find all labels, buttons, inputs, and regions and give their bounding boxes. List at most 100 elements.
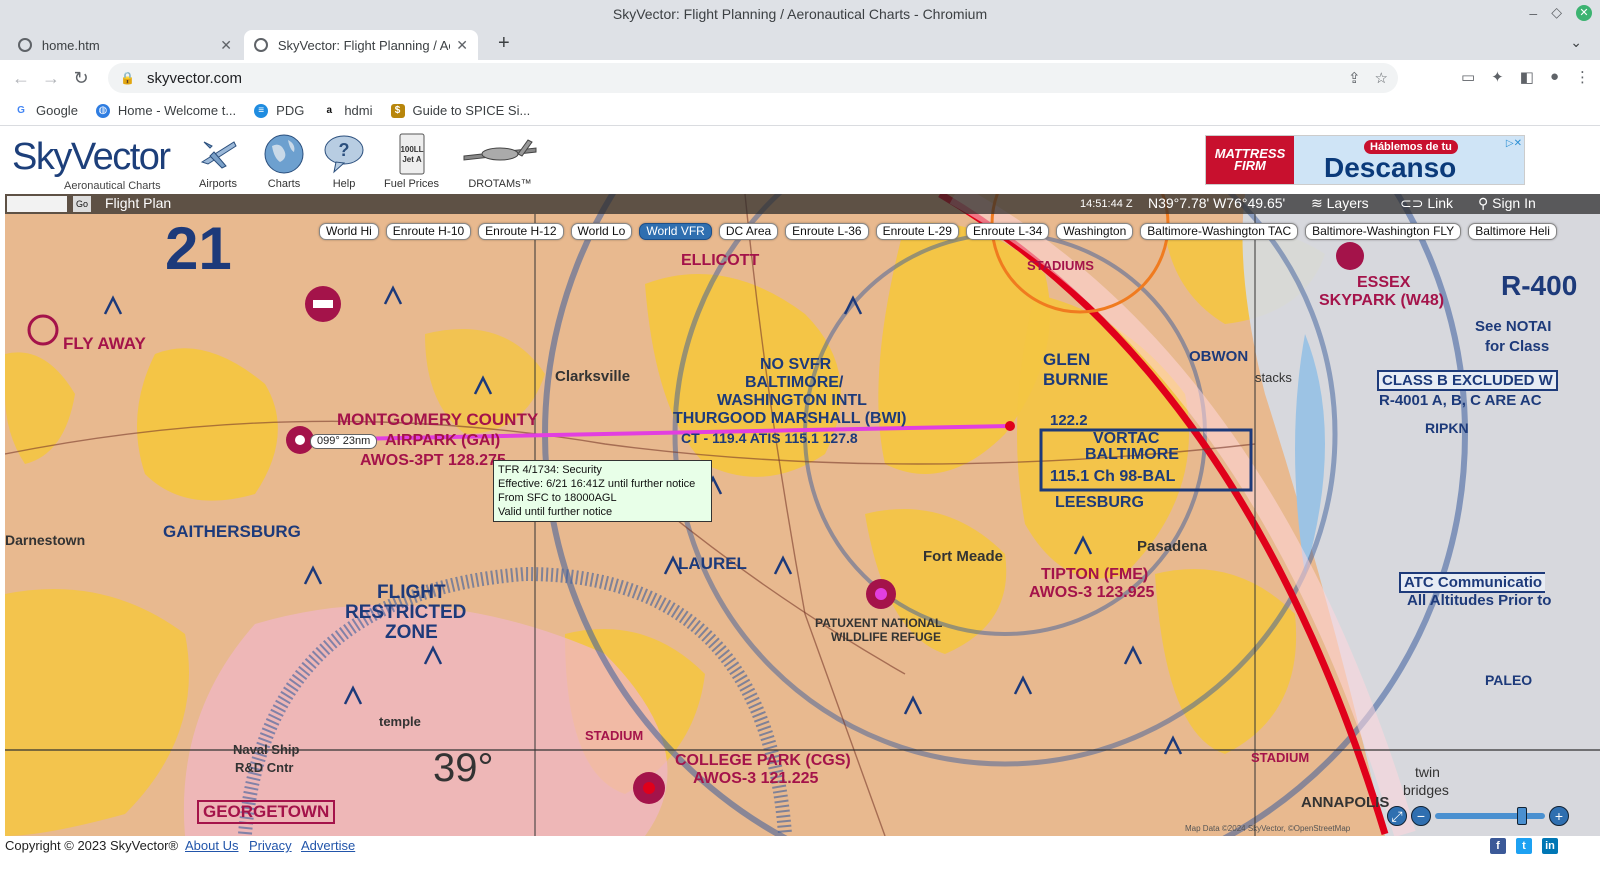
locate-icon[interactable]: ⤢: [1387, 806, 1407, 826]
chart-tab-enroute-h12[interactable]: Enroute H-12: [478, 223, 564, 240]
map-label: temple: [379, 714, 421, 729]
about-us-link[interactable]: About Us: [185, 838, 238, 853]
tab-skyvector[interactable]: SkyVector: Flight Planning / Aer ✕: [244, 30, 478, 60]
fuel-tag-icon: 100LL Jet A: [390, 132, 434, 176]
map-search-input[interactable]: [7, 196, 67, 212]
twitter-icon[interactable]: t: [1516, 838, 1532, 854]
map-label: See NOTAI: [1475, 318, 1552, 335]
window-title: SkyVector: Flight Planning / Aeronautica…: [612, 6, 988, 22]
tab-close-icon[interactable]: ✕: [456, 37, 468, 54]
bookmark-pdg[interactable]: ≡ PDG: [254, 103, 304, 118]
extensions-icon[interactable]: ✦: [1491, 68, 1504, 86]
map-label: stacks: [1255, 370, 1292, 385]
layers-icon: ≋: [1311, 195, 1327, 211]
chart-tab-world-hi[interactable]: World Hi: [319, 223, 379, 240]
advertise-link[interactable]: Advertise: [301, 838, 355, 853]
chart-tab-balt-wash-tac[interactable]: Baltimore-Washington TAC: [1140, 223, 1299, 240]
chart-tab-enroute-l29[interactable]: Enroute L-29: [875, 223, 959, 240]
zoom-control: ⤢ − +: [1387, 806, 1569, 826]
bookmark-home[interactable]: ◍ Home - Welcome t...: [95, 103, 236, 118]
map-label: 39°: [433, 746, 494, 790]
drone-icon: [460, 132, 540, 176]
skyvector-logo[interactable]: SkyVector Aeronautical Charts: [12, 136, 171, 192]
map-label: RIPKN: [1425, 420, 1469, 436]
cast-icon[interactable]: ▭: [1461, 68, 1475, 86]
close-window-icon[interactable]: ✕: [1576, 4, 1592, 21]
bookmark-label: Guide to SPICE Si...: [412, 103, 531, 118]
chart-tab-world-lo[interactable]: World Lo: [570, 223, 633, 240]
sign-in-button[interactable]: ⚲ Sign In: [1478, 195, 1536, 212]
share-icon[interactable]: ⇪: [1348, 69, 1361, 87]
new-tab-icon[interactable]: +: [498, 32, 510, 55]
tab-search-chevron-icon[interactable]: ⌄: [1570, 34, 1582, 51]
chart-tab-dc-area[interactable]: DC Area: [718, 223, 779, 240]
chart-tab-washington[interactable]: Washington: [1056, 223, 1134, 240]
map-label: AWOS-3 123.925: [1029, 584, 1155, 601]
mattress-firm-ad[interactable]: MATTRESS FIRM Háblemos de tu Descanso ▷✕: [1205, 135, 1525, 185]
zoom-in-icon[interactable]: +: [1549, 806, 1569, 826]
bookmark-star-icon[interactable]: ☆: [1375, 69, 1388, 87]
nav-help[interactable]: ? Help: [322, 132, 366, 190]
minimize-icon[interactable]: –: [1529, 5, 1537, 21]
profile-icon[interactable]: ●: [1550, 68, 1559, 86]
nav-charts[interactable]: Charts: [262, 132, 306, 190]
zulu-time: 14:51:44 Z: [1080, 198, 1133, 210]
globe-icon: ◍: [95, 103, 110, 118]
bookmark-hdmi[interactable]: a hdmi: [322, 103, 373, 118]
layers-button[interactable]: ≋ Layers: [1311, 195, 1369, 212]
zoom-slider-handle[interactable]: [1517, 807, 1527, 825]
map-label: GAITHERSBURG: [163, 522, 301, 541]
amazon-icon: a: [326, 105, 333, 116]
map-label: BALTIMORE: [1085, 446, 1179, 463]
map-label: PATUXENT NATIONAL: [815, 616, 943, 630]
menu-kebab-icon[interactable]: ⋮: [1575, 68, 1590, 86]
bookmark-spice[interactable]: $ Guide to SPICE Si...: [390, 103, 531, 118]
maximize-icon[interactable]: ◇: [1551, 4, 1562, 21]
bookmark-google[interactable]: G Google: [14, 103, 78, 118]
side-panel-icon[interactable]: ◧: [1520, 68, 1534, 86]
tooltip-line: Effective: 6/21 16:41Z until further not…: [498, 478, 696, 490]
go-button[interactable]: Go: [73, 196, 91, 212]
ad-close-icon[interactable]: ▷✕: [1506, 138, 1522, 149]
reload-icon[interactable]: ↻: [66, 68, 96, 89]
nav-drotams[interactable]: DROTAMs™: [460, 132, 540, 190]
chart-tab-balt-wash-fly[interactable]: Baltimore-Washington FLY: [1305, 223, 1462, 240]
chart-tab-enroute-l34[interactable]: Enroute L-34: [965, 223, 1050, 240]
map-label: AWOS-3 121.225: [693, 770, 819, 787]
map-label: Darnestown: [5, 532, 86, 548]
chart-tab-enroute-h10[interactable]: Enroute H-10: [385, 223, 472, 240]
route-distance-label[interactable]: 099° 23nm: [310, 434, 378, 449]
tab-close-icon[interactable]: ✕: [220, 37, 232, 54]
tfr-tooltip: TFR 4/1734: Security Effective: 6/21 16:…: [493, 460, 712, 522]
privacy-link[interactable]: Privacy: [249, 838, 292, 853]
chart-tab-enroute-l36[interactable]: Enroute L-36: [785, 223, 869, 240]
nav-label: Help: [332, 178, 356, 190]
zoom-out-icon[interactable]: −: [1411, 806, 1431, 826]
back-icon[interactable]: ←: [6, 68, 36, 89]
flight-plan-button[interactable]: Flight Plan: [105, 195, 171, 211]
chart-tab-baltimore-heli[interactable]: Baltimore Heli: [1468, 223, 1557, 240]
forward-icon[interactable]: →: [36, 68, 66, 89]
nav-airports[interactable]: Airports: [196, 132, 240, 190]
nav-fuel-prices[interactable]: 100LL Jet A Fuel Prices: [384, 132, 439, 190]
chart-tab-world-vfr[interactable]: World VFR: [639, 223, 712, 240]
linkedin-icon[interactable]: in: [1542, 838, 1558, 854]
zoom-slider[interactable]: [1435, 807, 1545, 825]
sectional-map[interactable]: 21 MONTGOMERY COUNTY AIRPARK (GAI) AWOS-…: [5, 194, 1600, 836]
link-icon: ⊂⊃: [1400, 195, 1428, 211]
logo-subtitle: Aeronautical Charts: [64, 180, 161, 192]
tab-home[interactable]: home.htm ✕: [8, 30, 242, 60]
link-button[interactable]: ⊂⊃ Link: [1400, 195, 1453, 212]
map-label: R-400: [1501, 270, 1578, 301]
address-bar[interactable]: 🔒 skyvector.com ⇪ ☆: [108, 63, 1398, 93]
window-controls: – ◇ ✕: [1529, 4, 1592, 21]
ad-copy: Háblemos de tu Descanso ▷✕: [1294, 136, 1524, 184]
tooltip-line: TFR 4/1734: Security: [498, 464, 602, 476]
map-label: STADIUM: [585, 728, 644, 743]
map-label: Naval Ship: [233, 742, 300, 757]
lock-icon[interactable]: 🔒: [120, 71, 135, 85]
facebook-icon[interactable]: f: [1490, 838, 1506, 854]
map-label: PALEO: [1485, 672, 1533, 688]
map-label: WILDLIFE REFUGE: [831, 630, 941, 644]
logo-wordmark: SkyVector: [12, 136, 171, 178]
